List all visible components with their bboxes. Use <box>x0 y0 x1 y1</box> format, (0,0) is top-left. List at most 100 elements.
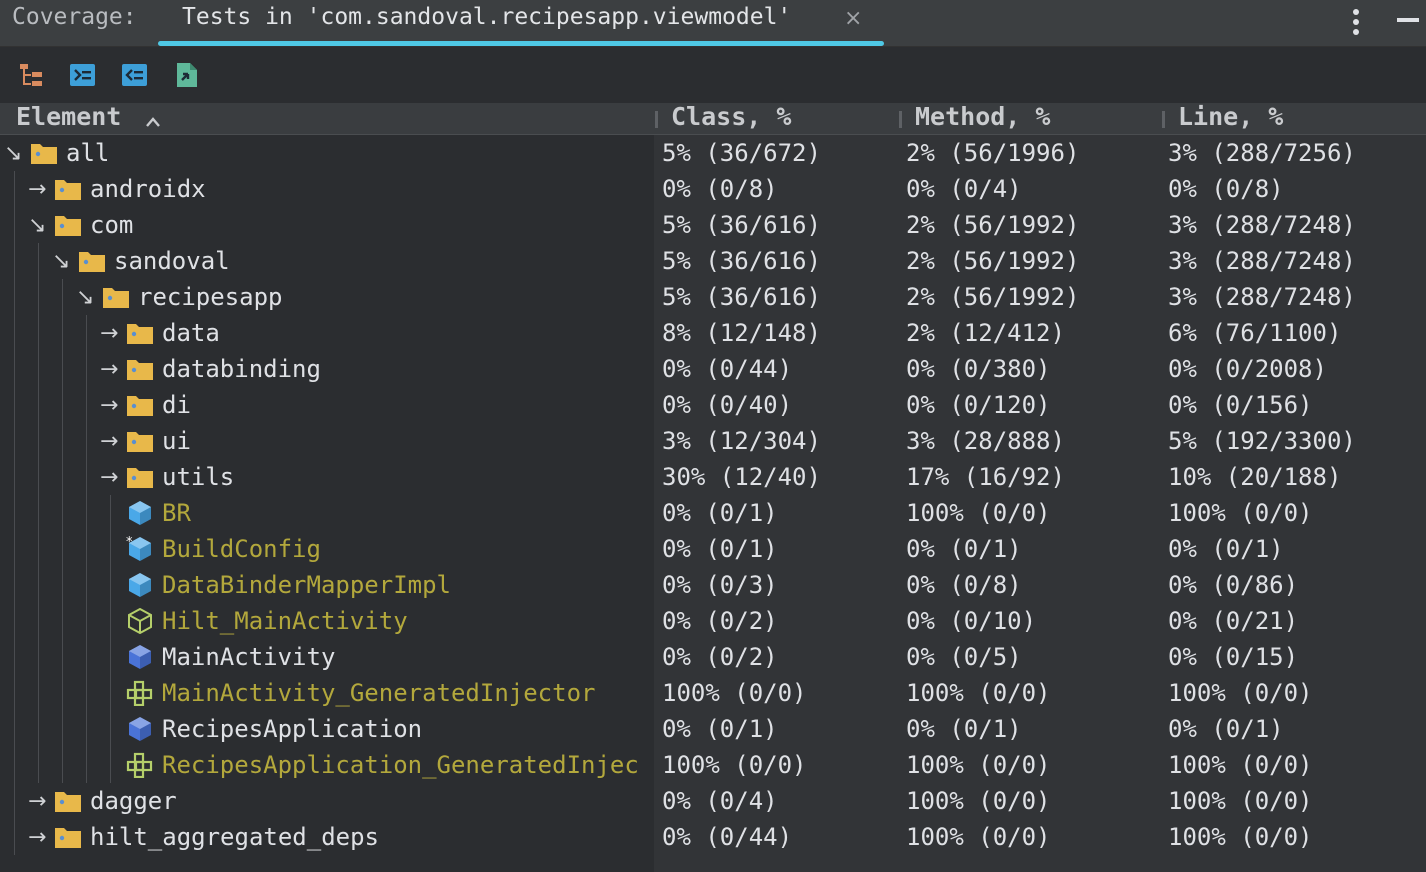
expand-arrow-icon[interactable]: → <box>28 825 46 850</box>
line-coverage-value: 0% (0/2008) <box>1168 355 1327 383</box>
line-coverage-value: 3% (288/7248) <box>1168 283 1356 311</box>
navigate-to-source-icon[interactable] <box>69 61 97 89</box>
tree-row-data[interactable]: → data 8% (12/148) 2% (12/412) 6% (76/1100) <box>0 315 1426 351</box>
element-name: databinding <box>162 355 321 383</box>
element-name: data <box>162 319 220 347</box>
tree-row-mainactivity-generatedinjector[interactable]: MainActivity_GeneratedInjector 100% (0/0)… <box>0 675 1426 711</box>
expand-arrow-icon[interactable]: → <box>100 393 118 418</box>
class-coverage-value: 100% (0/0) <box>662 751 807 779</box>
tree-row-utils[interactable]: → utils 30% (12/40) 17% (16/92) 10% (20/188) <box>0 459 1426 495</box>
collapse-arrow-icon[interactable]: ↘ <box>4 141 22 166</box>
class-coverage-value: 0% (0/40) <box>662 391 793 419</box>
tree-row-recipesapplication[interactable]: RecipesApplication 0% (0/1) 0% (0/1) 0% (0/… <box>0 711 1426 747</box>
expand-arrow-icon[interactable]: → <box>28 789 46 814</box>
tree-row-all[interactable]: ↘ all 5% (36/672) 2% (56/1996) 3% (288/7256) <box>0 135 1426 171</box>
class-coverage-value: 5% (36/616) <box>662 247 821 275</box>
tree-row-databindermapperimpl[interactable]: DataBinderMapperImpl 0% (0/3) 0% (0/8) 0% (… <box>0 567 1426 603</box>
line-coverage-value: 5% (192/3300) <box>1168 427 1356 455</box>
tool-window-tab-bar: Coverage: Tests in 'com.sandoval.recipes… <box>0 0 1426 47</box>
class-coverage-value: 5% (36/616) <box>662 211 821 239</box>
column-header-line[interactable]: Line, % <box>1178 102 1283 131</box>
coverage-table-header: Element Class, % Method, % Line, % <box>0 102 1426 135</box>
method-coverage-value: 0% (0/1) <box>906 715 1022 743</box>
folder-icon <box>54 788 82 814</box>
more-options-icon[interactable] <box>1346 9 1366 35</box>
coverage-tab[interactable]: Tests in 'com.sandoval.recipesapp.viewmo… <box>158 0 884 46</box>
column-header-class[interactable]: Class, % <box>671 102 791 131</box>
class-coverage-value: 0% (0/8) <box>662 175 778 203</box>
abstract-class-icon <box>126 607 154 635</box>
line-coverage-value: 0% (0/15) <box>1168 643 1299 671</box>
active-tab-indicator <box>158 41 884 46</box>
collapse-arrow-icon[interactable]: ↘ <box>28 213 46 238</box>
column-separator[interactable] <box>899 111 902 128</box>
class-coverage-value: 0% (0/2) <box>662 643 778 671</box>
expand-arrow-icon[interactable]: → <box>100 465 118 490</box>
method-coverage-value: 0% (0/4) <box>906 175 1022 203</box>
element-name: com <box>90 211 134 239</box>
expand-arrow-icon[interactable]: → <box>100 429 118 454</box>
coverage-toolbar <box>0 47 1426 103</box>
folder-icon <box>54 212 82 238</box>
tree-row-br[interactable]: BR 0% (0/1) 100% (0/0) 100% (0/0) <box>0 495 1426 531</box>
tree-row-com[interactable]: ↘ com 5% (36/616) 2% (56/1992) 3% (288/7248) <box>0 207 1426 243</box>
column-header-method[interactable]: Method, % <box>915 102 1050 131</box>
static-class-icon: * <box>126 535 154 562</box>
tree-row-androidx[interactable]: → androidx 0% (0/8) 0% (0/4) 0% (0/8) <box>0 171 1426 207</box>
svg-text:*: * <box>126 536 133 550</box>
method-coverage-value: 0% (0/1) <box>906 535 1022 563</box>
navigate-from-source-icon[interactable] <box>121 61 149 89</box>
line-coverage-value: 3% (288/7256) <box>1168 139 1356 167</box>
tree-row-hilt-aggregated-deps[interactable]: → hilt_aggregated_deps 0% (0/44) 100% (0/0)… <box>0 819 1426 855</box>
collapse-arrow-icon[interactable]: ↘ <box>76 285 94 310</box>
tree-row-dagger[interactable]: → dagger 0% (0/4) 100% (0/0) 100% (0/0) <box>0 783 1426 819</box>
column-header-element[interactable]: Element <box>16 102 121 131</box>
tree-row-sandoval[interactable]: ↘ sandoval 5% (36/616) 2% (56/1992) 3% (288/… <box>0 243 1426 279</box>
folder-icon <box>126 464 154 490</box>
expand-arrow-icon[interactable]: → <box>100 321 118 346</box>
line-coverage-value: 0% (0/1) <box>1168 715 1284 743</box>
class-coverage-value: 100% (0/0) <box>662 679 807 707</box>
element-name: hilt_aggregated_deps <box>90 823 379 851</box>
minimize-icon[interactable] <box>1397 18 1419 22</box>
element-name: DataBinderMapperImpl <box>162 571 451 599</box>
column-separator[interactable] <box>655 111 658 128</box>
method-coverage-value: 0% (0/120) <box>906 391 1051 419</box>
tab-label: Tests in 'com.sandoval.recipesapp.viewmo… <box>182 4 792 30</box>
tree-row-recipesapp[interactable]: ↘ recipesapp 5% (36/616) 2% (56/1992) 3% (28… <box>0 279 1426 315</box>
line-coverage-value: 0% (0/21) <box>1168 607 1299 635</box>
tree-row-di[interactable]: → di 0% (0/40) 0% (0/120) 0% (0/156) <box>0 387 1426 423</box>
element-name: Hilt_MainActivity <box>162 607 408 635</box>
tree-row-buildconfig[interactable]: * BuildConfig 0% (0/1) 0% (0/1) 0% (0/1) <box>0 531 1426 567</box>
method-coverage-value: 2% (56/1996) <box>906 139 1080 167</box>
close-icon[interactable]: × <box>844 6 862 31</box>
column-separator[interactable] <box>1162 111 1165 128</box>
expand-arrow-icon[interactable]: → <box>100 357 118 382</box>
element-name: recipesapp <box>138 283 283 311</box>
class-coverage-value: 0% (0/44) <box>662 355 793 383</box>
folder-icon <box>54 824 82 850</box>
tree-row-databinding[interactable]: → databinding 0% (0/44) 0% (0/380) 0% (0/200… <box>0 351 1426 387</box>
tree-row-ui[interactable]: → ui 3% (12/304) 3% (28/888) 5% (192/3300) <box>0 423 1426 459</box>
method-coverage-value: 3% (28/888) <box>906 427 1065 455</box>
export-report-icon[interactable] <box>173 61 201 89</box>
expand-arrow-icon[interactable]: → <box>28 177 46 202</box>
element-name: BR <box>162 499 191 527</box>
method-coverage-value: 0% (0/380) <box>906 355 1051 383</box>
flatten-packages-icon[interactable] <box>18 61 46 89</box>
tree-row-recipesapplication-generatedinjec[interactable]: RecipesApplication_GeneratedInjec 100% (0… <box>0 747 1426 783</box>
sort-ascending-icon[interactable] <box>145 113 161 127</box>
element-name: RecipesApplication <box>162 715 423 743</box>
line-coverage-value: 0% (0/156) <box>1168 391 1313 419</box>
tree-row-hilt-mainactivity[interactable]: Hilt_MainActivity 0% (0/2) 0% (0/10) 0% (0/… <box>0 603 1426 639</box>
class-coverage-value: 8% (12/148) <box>662 319 821 347</box>
element-name: RecipesApplication_GeneratedInjec <box>162 751 639 779</box>
tree-row-mainactivity[interactable]: MainActivity 0% (0/2) 0% (0/5) 0% (0/15) <box>0 639 1426 675</box>
line-coverage-value: 0% (0/1) <box>1168 535 1284 563</box>
method-coverage-value: 2% (56/1992) <box>906 211 1080 239</box>
line-coverage-value: 0% (0/8) <box>1168 175 1284 203</box>
line-coverage-value: 3% (288/7248) <box>1168 211 1356 239</box>
collapse-arrow-icon[interactable]: ↘ <box>52 249 70 274</box>
line-coverage-value: 100% (0/0) <box>1168 499 1313 527</box>
coverage-tool-window: Coverage: Tests in 'com.sandoval.recipes… <box>0 0 1426 872</box>
